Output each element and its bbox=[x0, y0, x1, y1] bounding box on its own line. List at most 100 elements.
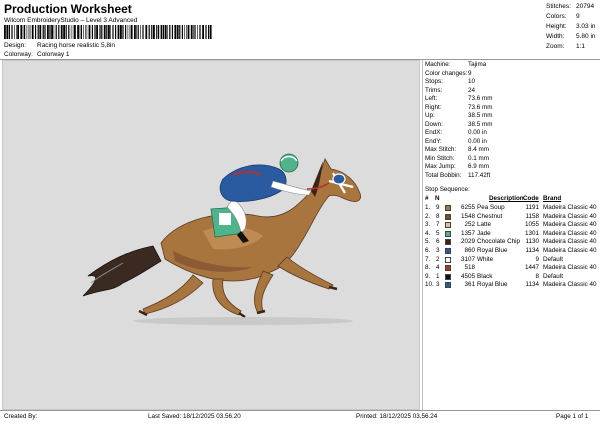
sequence-row: 9. 1 4505 Black 8 Default bbox=[425, 273, 599, 282]
sequence-needle: 1 bbox=[436, 272, 440, 280]
thread-number: 361 bbox=[464, 281, 475, 289]
machine-stat-value: 0.00 in bbox=[468, 129, 487, 136]
thread-code: 1134 bbox=[525, 247, 539, 254]
summary-zoom: Zoom: 1:1 bbox=[546, 43, 586, 50]
machine-stat-label: Stops: bbox=[425, 78, 443, 85]
thread-code: 1191 bbox=[525, 204, 539, 211]
colorway-name: Colorway 1 bbox=[37, 51, 70, 58]
created-by: Created By: bbox=[4, 413, 38, 420]
worksheet-header: Production Worksheet Wilcom EmbroiderySt… bbox=[0, 0, 600, 60]
sequence-row: 4. 5 1357 Jade 1301 Madeira Classic 40 bbox=[425, 230, 599, 239]
thread-code: 1055 bbox=[524, 221, 539, 229]
summary-width: Width: 5.80 in bbox=[546, 33, 596, 40]
thread-color-swatch bbox=[445, 213, 451, 220]
machine-stat-row: Up: 38.5 mm bbox=[425, 112, 493, 120]
machine-stat-row: Left: 73.6 mm bbox=[425, 95, 493, 103]
thread-color-swatch bbox=[445, 256, 451, 263]
machine-stat-row: Stops: 10 bbox=[425, 78, 475, 86]
sequence-stop: 3. bbox=[425, 221, 431, 229]
machine-stat-label: Min Stitch: bbox=[425, 154, 455, 162]
sequence-needle: 7 bbox=[436, 221, 440, 229]
sequence-needle: 8 bbox=[436, 212, 440, 220]
machine-stat-value: Tajima bbox=[468, 61, 487, 68]
software-name: Wilcom EmbroideryStudio – Level 3 Advanc… bbox=[4, 17, 138, 24]
machine-stat-row: Down: 38.5 mm bbox=[425, 121, 493, 129]
thread-number: 1357 bbox=[460, 229, 475, 237]
design-label: Design: bbox=[4, 42, 27, 49]
machine-stat-value: 24 bbox=[468, 86, 476, 94]
sequence-row: 3. 7 252 Latte 1055 Madeira Classic 40 bbox=[425, 221, 599, 230]
thread-number: 860 bbox=[464, 247, 475, 254]
machine-stat-value: 9 bbox=[468, 69, 472, 77]
thread-code: 1158 bbox=[525, 212, 539, 220]
thread-brand: Default bbox=[543, 272, 563, 280]
summary-colors: Colors: 9 bbox=[546, 13, 580, 20]
thread-number: 252 bbox=[464, 221, 475, 229]
machine-stat-value: 0.1 mm bbox=[468, 154, 489, 162]
thread-description: Chocolate Chip bbox=[477, 238, 521, 246]
colorway-label: Colorway: bbox=[4, 51, 33, 58]
machine-stat-value: 73.6 mm bbox=[468, 95, 493, 102]
machine-stat-row: Machine: Tajima bbox=[425, 61, 486, 69]
thread-brand: Madeira Classic 40 bbox=[543, 212, 597, 220]
thread-brand: Madeira Classic 40 bbox=[543, 281, 597, 289]
machine-stat-value: 10 bbox=[468, 78, 476, 85]
machine-stat-value: 73.6 mm bbox=[468, 103, 493, 111]
machine-stat-label: EndX: bbox=[425, 129, 443, 136]
thread-description: Black bbox=[477, 272, 493, 280]
machine-stat-value: 38.5 mm bbox=[468, 112, 493, 119]
design-summary: Stitches: 20794 Colors: 9 Height: 3.03 in W… bbox=[546, 2, 596, 52]
thread-code: 1134 bbox=[525, 281, 539, 289]
sequence-needle: 3 bbox=[436, 281, 440, 289]
design-preview bbox=[2, 60, 420, 410]
thread-color-swatch bbox=[445, 230, 451, 237]
machine-stat-label: Trims: bbox=[425, 86, 443, 94]
production-details: Machine: Tajima Color changes:9 Stops: 10 Tri… bbox=[422, 60, 598, 410]
machine-stat-value: 38.5 mm bbox=[468, 120, 493, 128]
thread-brand: Madeira Classic 40 bbox=[543, 264, 597, 272]
thread-code: 1130 bbox=[525, 238, 539, 246]
sequence-needle: 2 bbox=[436, 255, 440, 263]
thread-code: 1447 bbox=[524, 264, 539, 272]
machine-stat-label: Max Stitch: bbox=[425, 146, 457, 153]
sequence-stop: 5. bbox=[425, 238, 431, 246]
machine-stat-label: Machine: bbox=[425, 61, 451, 68]
machine-stat-row: Total Bobbin: 117.42ft bbox=[425, 172, 490, 180]
machine-stat-value: 8.4 mm bbox=[468, 146, 489, 153]
thread-code: 8 bbox=[535, 272, 539, 280]
thread-brand: Madeira Classic 40 bbox=[543, 204, 597, 211]
sequence-stop: 4. bbox=[425, 229, 431, 237]
thread-color-swatch bbox=[445, 273, 451, 280]
sequence-stop: 7. bbox=[425, 255, 431, 263]
machine-stat-row: EndY: 0.00 in bbox=[425, 138, 487, 146]
machine-stat-label: Down: bbox=[425, 120, 443, 128]
thread-color-swatch bbox=[445, 248, 451, 254]
machine-stat-row: EndX: 0.00 in bbox=[425, 129, 487, 137]
colorway-row: Colorway: Colorway 1 bbox=[4, 51, 70, 58]
design-name: Racing horse realistic 5,8in bbox=[37, 42, 116, 49]
racing-horse-embroidery-icon bbox=[83, 153, 361, 325]
thread-number: 518 bbox=[464, 264, 475, 272]
thread-description: Chestnut bbox=[477, 212, 503, 220]
machine-stat-row: Trims: 24 bbox=[425, 87, 475, 95]
machine-stat-row: Right: 73.6 mm bbox=[425, 104, 493, 112]
machine-stat-row: Color changes:9 bbox=[425, 70, 472, 78]
thread-number: 1548 bbox=[460, 212, 475, 220]
sequence-needle: 6 bbox=[436, 238, 440, 246]
machine-stat-row: Min Stitch: 0.1 mm bbox=[425, 155, 489, 163]
page-title: Production Worksheet bbox=[4, 2, 132, 16]
summary-stitches: Stitches: 20794 bbox=[546, 3, 595, 10]
sequence-row: 6. 3 860 Royal Blue 1134 Madeira Classic 40 bbox=[425, 247, 599, 256]
col-stop: # bbox=[425, 195, 429, 202]
machine-stat-value: 0.00 in bbox=[468, 137, 487, 145]
sequence-stop: 1. bbox=[425, 204, 431, 211]
worksheet-footer: Created By: Last Saved: 18/12/2025 03.56… bbox=[0, 411, 600, 424]
machine-stat-label: Total Bobbin: bbox=[425, 171, 462, 179]
thread-description: Pea Soup bbox=[477, 204, 505, 211]
thread-description: White bbox=[477, 255, 494, 263]
sequence-needle: 3 bbox=[436, 247, 440, 254]
thread-color-swatch bbox=[445, 205, 451, 211]
thread-brand: Madeira Classic 40 bbox=[543, 229, 597, 237]
thread-color-swatch bbox=[445, 239, 451, 246]
sequence-row: 5. 6 2029 Chocolate Chip 1130 Madeira Classic… bbox=[425, 238, 599, 247]
